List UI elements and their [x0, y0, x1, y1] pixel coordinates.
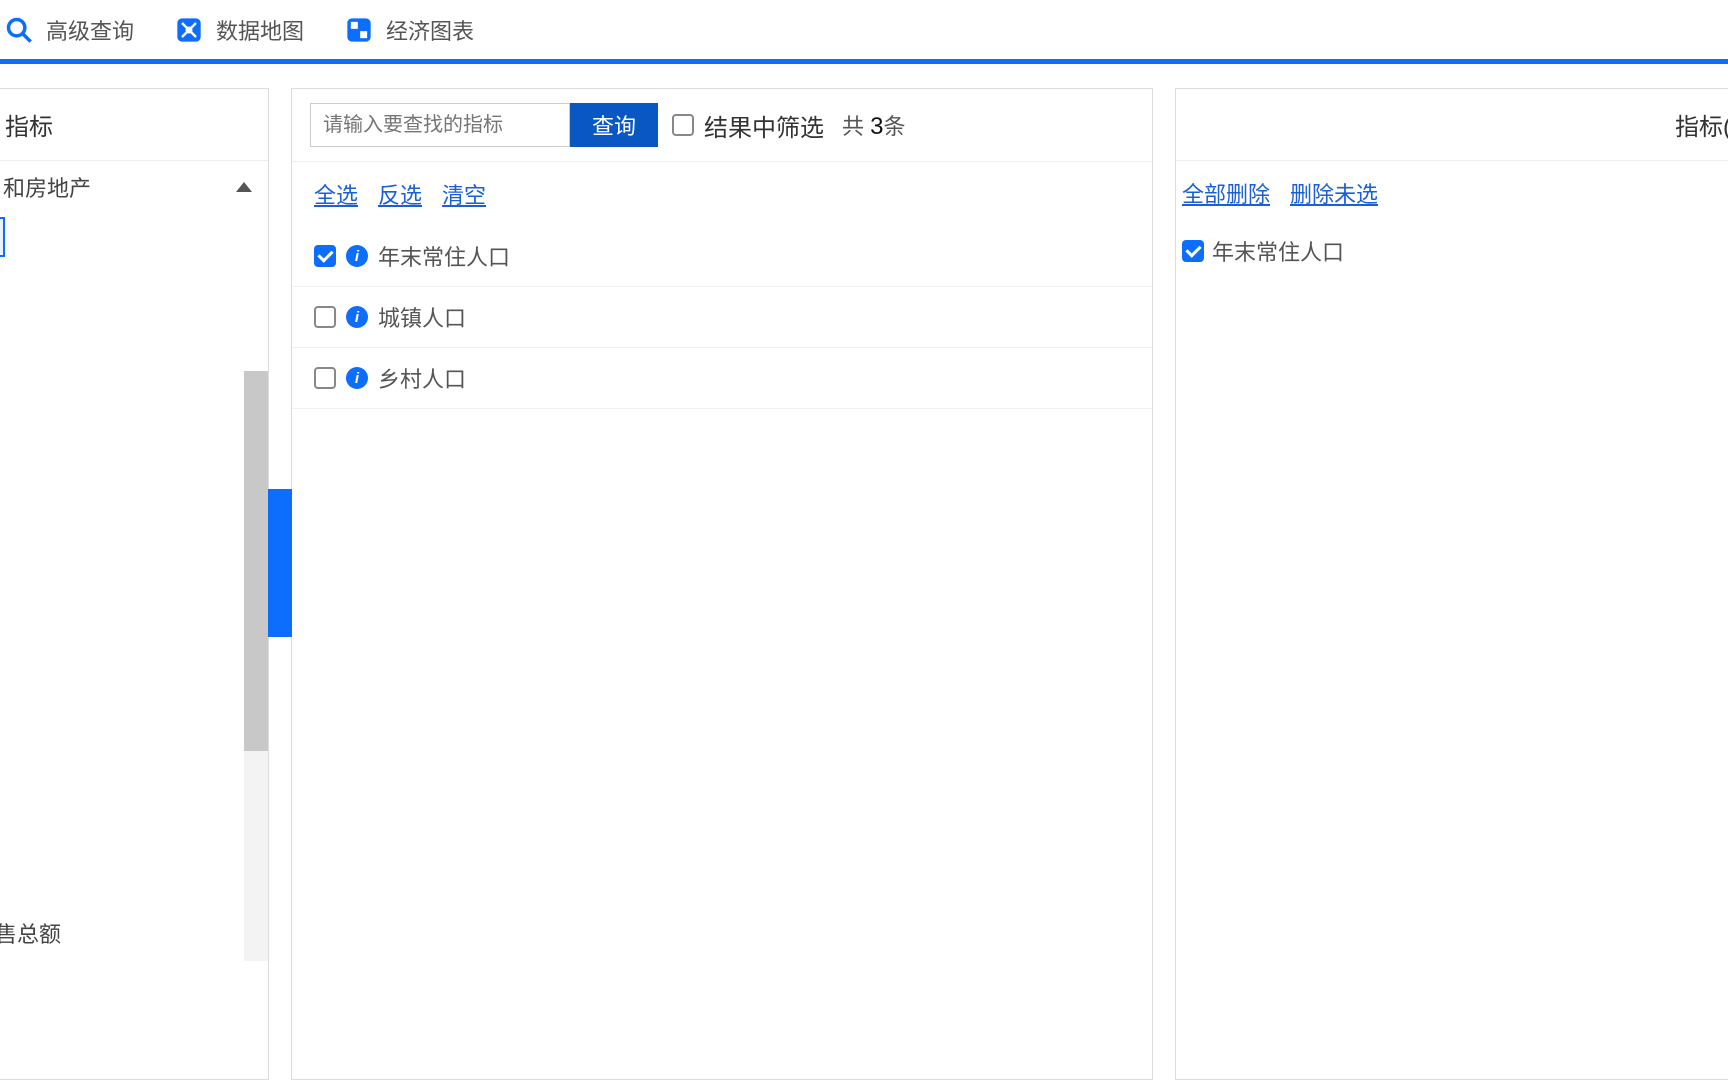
clear-link[interactable]: 清空: [442, 178, 486, 210]
item-label: 乡村人口: [378, 362, 466, 394]
info-icon[interactable]: i: [346, 245, 368, 267]
invert-link[interactable]: 反选: [378, 178, 422, 210]
delete-all-link[interactable]: 全部删除: [1182, 177, 1270, 209]
left-panel-title: 指标: [0, 89, 268, 161]
info-icon[interactable]: i: [346, 367, 368, 389]
selection-links: 全选 反选 清空: [292, 162, 1152, 222]
tree-item-realestate[interactable]: 和房地产: [0, 161, 268, 213]
search-button[interactable]: 查询: [570, 103, 658, 147]
caret-up-icon: [236, 182, 252, 192]
right-panel-title: 指标(: [1176, 89, 1728, 161]
right-selection-links: 全部删除 删除未选: [1176, 161, 1728, 221]
item-label: 年末常住人口: [378, 240, 510, 272]
left-scrollbar[interactable]: [244, 371, 268, 961]
indicator-list: i 年末常住人口 i 城镇人口 i 乡村人口: [292, 222, 1152, 413]
right-panel: 指标( 全部删除 删除未选 年末常住人口: [1175, 88, 1728, 1080]
item-label: 年末常住人口: [1212, 235, 1344, 267]
selected-item[interactable]: 年末常住人口: [1176, 221, 1728, 281]
item-label: 城镇人口: [378, 301, 466, 333]
chart-grid-icon: [344, 15, 374, 45]
mid-panel-header: 查询 结果中筛选 共 3条: [292, 89, 1152, 162]
topbar-item-label: 数据地图: [216, 14, 304, 46]
tree-item-label: 售总额: [0, 922, 61, 947]
magnifier-icon: [4, 15, 34, 45]
left-panel: 指标 和房地产 售总额: [0, 88, 269, 1080]
info-icon[interactable]: i: [346, 306, 368, 328]
topbar-item-econ-chart[interactable]: 经济图表: [344, 14, 474, 46]
mid-panel: 查询 结果中筛选 共 3条 全选 反选 清空 i 年末常住人口 i 城镇人口: [291, 88, 1153, 1080]
list-item[interactable]: i 城镇人口: [292, 287, 1152, 348]
tree-item-sales-total[interactable]: 售总额: [0, 917, 61, 949]
result-count: 共 3条: [842, 109, 906, 141]
item-checkbox[interactable]: [1182, 240, 1204, 262]
globe-icon: [174, 15, 204, 45]
topbar-item-advanced-query[interactable]: 高级查询: [4, 14, 134, 46]
tree-item-label: 和房地产: [3, 171, 91, 203]
topbar: 高级查询 数据地图 经济图表: [0, 0, 1728, 64]
item-checkbox[interactable]: [314, 245, 336, 267]
topbar-item-label: 经济图表: [386, 14, 474, 46]
topbar-item-label: 高级查询: [46, 14, 134, 46]
item-checkbox[interactable]: [314, 306, 336, 328]
list-item[interactable]: i 年末常住人口: [292, 226, 1152, 287]
search-input[interactable]: [310, 103, 570, 147]
filter-checkbox[interactable]: [672, 114, 694, 136]
content: 指标 和房地产 售总额 查询 结果中筛选 共 3条: [0, 64, 1728, 1080]
delete-unselected-link[interactable]: 删除未选: [1290, 177, 1378, 209]
left-panel-body: 和房地产 售总额: [0, 161, 268, 1079]
tree-selection-marker: [0, 217, 5, 257]
item-checkbox[interactable]: [314, 367, 336, 389]
scrollbar-thumb[interactable]: [244, 371, 268, 751]
topbar-item-data-map[interactable]: 数据地图: [174, 14, 304, 46]
list-item[interactable]: i 乡村人口: [292, 348, 1152, 409]
splitter-right[interactable]: [276, 489, 292, 637]
filter-in-results[interactable]: 结果中筛选: [672, 108, 824, 143]
select-all-link[interactable]: 全选: [314, 178, 358, 210]
filter-checkbox-label: 结果中筛选: [704, 108, 824, 143]
